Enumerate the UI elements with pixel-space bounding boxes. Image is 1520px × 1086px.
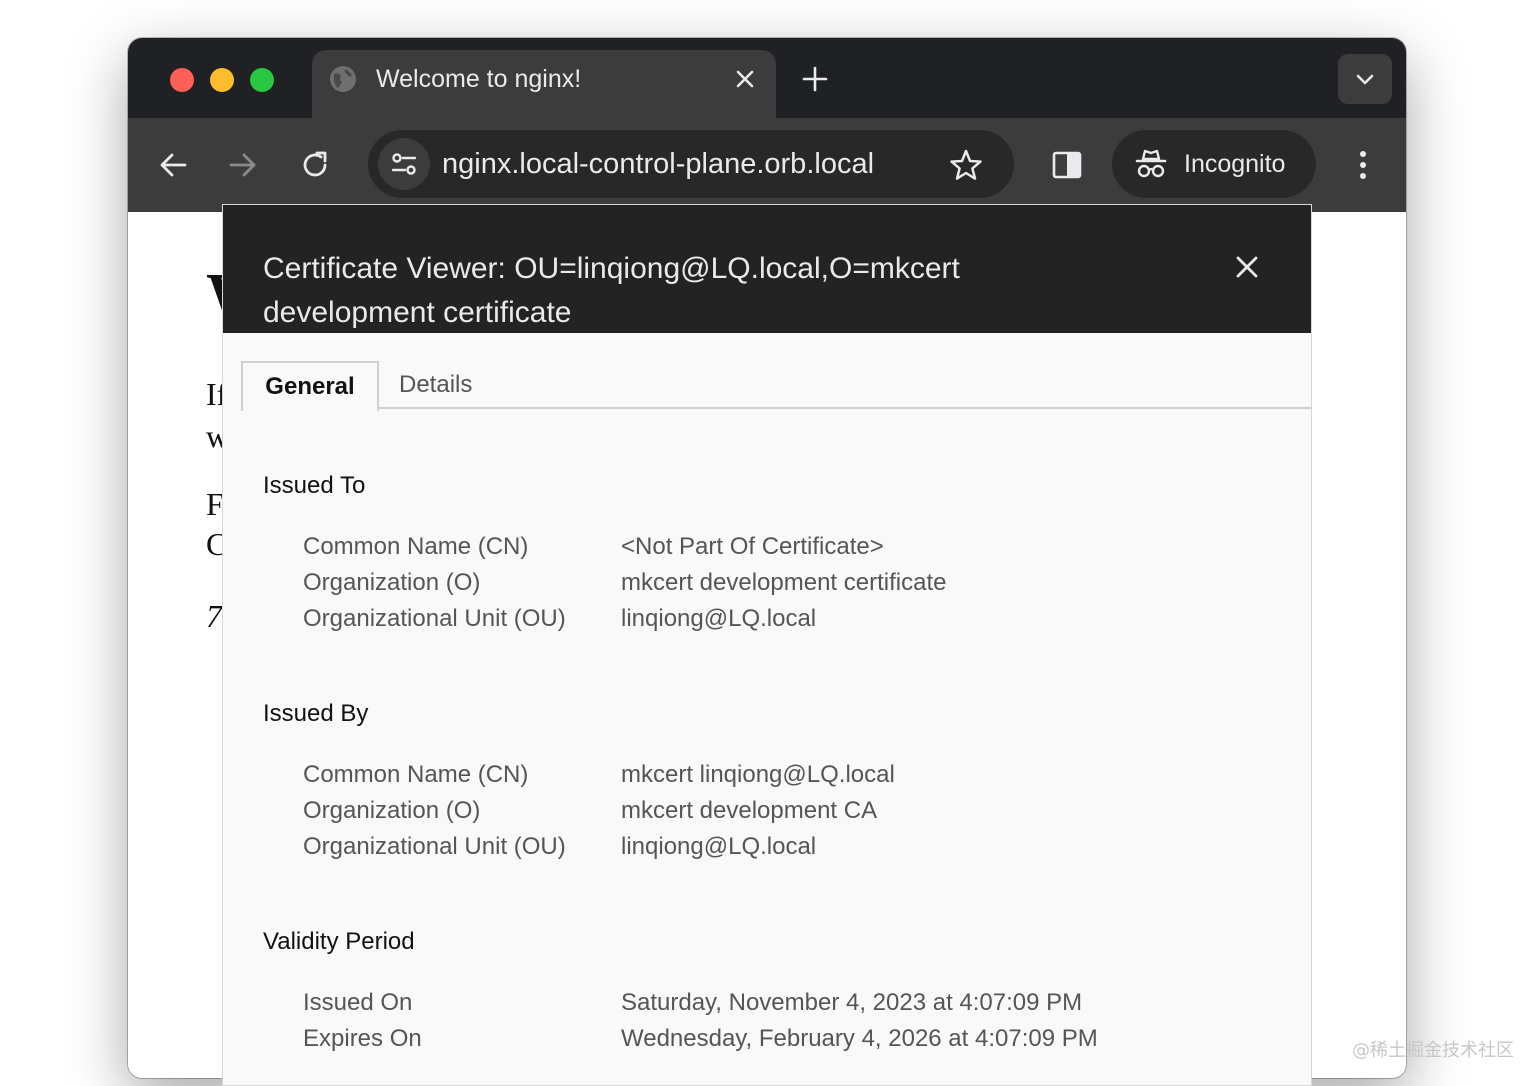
- minimize-window-button[interactable]: [210, 68, 234, 92]
- field-value: mkcert development CA: [621, 797, 878, 824]
- address-bar[interactable]: nginx.local-control-plane.orb.local: [368, 130, 1014, 198]
- incognito-label: Incognito: [1184, 150, 1286, 178]
- field-label: Organizational Unit (OU): [303, 833, 566, 860]
- field-value: mkcert development certificate: [621, 569, 947, 596]
- issued-by-heading: Issued By: [263, 700, 369, 727]
- field-value: <Not Part Of Certificate>: [621, 533, 884, 560]
- issued-by-row: Organization (O) mkcert development CA: [303, 795, 1283, 831]
- issued-to-row: Common Name (CN) <Not Part Of Certificat…: [303, 531, 1283, 567]
- issued-by-row: Organizational Unit (OU) linqiong@LQ.loc…: [303, 831, 1283, 867]
- field-value: linqiong@LQ.local: [621, 605, 817, 632]
- incognito-indicator[interactable]: Incognito: [1112, 130, 1316, 198]
- field-label: Expires On: [303, 1025, 422, 1052]
- bookmark-star-icon[interactable]: [948, 147, 984, 183]
- field-label: Organizational Unit (OU): [303, 605, 566, 632]
- globe-icon: [330, 66, 356, 92]
- validity-row: Expires On Wednesday, February 4, 2026 a…: [303, 1023, 1283, 1059]
- forward-icon[interactable]: [226, 148, 260, 182]
- side-panel-icon[interactable]: [1050, 148, 1084, 182]
- tab-details[interactable]: Details: [399, 361, 472, 409]
- field-value: Saturday, November 4, 2023 at 4:07:09 PM: [621, 989, 1083, 1016]
- close-icon[interactable]: [1231, 251, 1263, 283]
- dialog-header: Certificate Viewer: OU=linqiong@LQ.local…: [223, 205, 1311, 333]
- page-text: 7: [206, 598, 222, 634]
- dialog-title: Certificate Viewer: OU=linqiong@LQ.local…: [263, 252, 960, 329]
- tab-search-button[interactable]: [1338, 54, 1392, 104]
- field-value: Wednesday, February 4, 2026 at 4:07:09 P…: [621, 1025, 1098, 1052]
- zoom-window-button[interactable]: [250, 68, 274, 92]
- tab-strip: Welcome to nginx!: [128, 38, 1406, 122]
- tab-title: Welcome to nginx!: [376, 65, 582, 93]
- tab-general[interactable]: General: [241, 361, 379, 411]
- field-value: mkcert linqiong@LQ.local: [621, 761, 895, 788]
- issued-to-row: Organizational Unit (OU) linqiong@LQ.loc…: [303, 603, 1283, 639]
- field-label: Common Name (CN): [303, 761, 529, 788]
- reload-icon[interactable]: [298, 148, 332, 182]
- issued-to-row: Organization (O) mkcert development cert…: [303, 567, 1283, 603]
- url-text[interactable]: nginx.local-control-plane.orb.local: [442, 147, 874, 181]
- close-tab-icon[interactable]: [730, 64, 760, 94]
- chevron-down-icon: [1356, 74, 1374, 85]
- active-tab[interactable]: Welcome to nginx!: [312, 50, 776, 122]
- issued-by-row: Common Name (CN) mkcert linqiong@LQ.loca…: [303, 759, 1283, 795]
- issued-to-heading: Issued To: [263, 472, 366, 499]
- toolbar: nginx.local-control-plane.orb.local Inco…: [128, 118, 1406, 212]
- dialog-tabs: General Details: [223, 333, 1311, 413]
- certificate-viewer-dialog: Certificate Viewer: OU=linqiong@LQ.local…: [222, 204, 1312, 1086]
- tune-icon: [391, 153, 417, 175]
- validity-row: Issued On Saturday, November 4, 2023 at …: [303, 987, 1283, 1023]
- field-label: Organization (O): [303, 569, 481, 596]
- watermark: @稀土掘金技术社区: [1352, 1040, 1514, 1061]
- field-label: Organization (O): [303, 797, 481, 824]
- back-icon[interactable]: [156, 148, 190, 182]
- new-tab-icon[interactable]: [800, 64, 830, 94]
- more-menu-icon[interactable]: [1348, 148, 1378, 182]
- validity-heading: Validity Period: [263, 928, 415, 955]
- field-label: Common Name (CN): [303, 533, 529, 560]
- field-label: Issued On: [303, 989, 413, 1016]
- site-info-button[interactable]: [378, 138, 430, 190]
- field-value: linqiong@LQ.local: [621, 833, 817, 860]
- close-window-button[interactable]: [170, 68, 194, 92]
- incognito-icon: [1135, 149, 1167, 178]
